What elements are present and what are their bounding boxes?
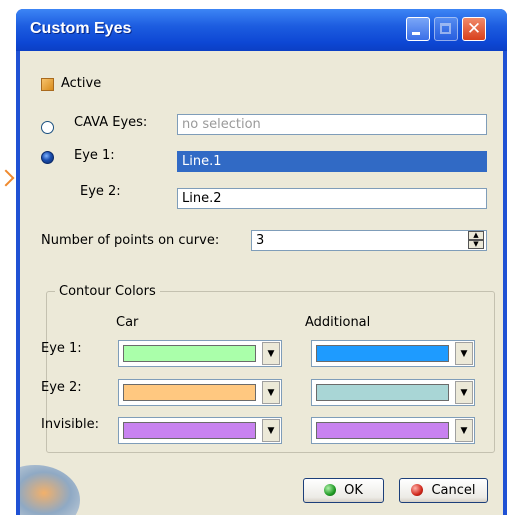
points-spinner[interactable]: ▲ ▼ [468,231,484,250]
pointer-arrow-icon [0,169,15,187]
column-car-label: Car [116,315,139,330]
eye1-additional-color-combo[interactable]: ▼ [311,340,475,367]
ok-label: OK [344,483,363,498]
color-swatch [316,384,449,401]
window-title: Custom Eyes [30,20,132,37]
chevron-down-icon[interactable]: ▼ [262,342,280,365]
eye1-radio[interactable] [41,151,54,164]
row-eye1-label: Eye 1: [41,341,82,356]
spin-down-icon[interactable]: ▼ [468,240,484,249]
active-label: Active [61,76,102,91]
eye1-label: Eye 1: [74,148,115,163]
chevron-down-icon[interactable]: ▼ [455,381,473,404]
color-swatch [316,422,449,439]
color-swatch [123,345,256,362]
cava-eyes-label: CAVA Eyes: [74,115,148,130]
active-checkbox[interactable] [41,78,54,91]
ok-button[interactable]: OK [303,478,384,503]
invisible-additional-color-combo[interactable]: ▼ [311,417,475,444]
close-icon: ✕ [466,19,482,39]
decorative-logo [20,465,80,515]
dialog-body: Active CAVA Eyes: no selection Eye 1: Li… [20,51,503,515]
points-label: Number of points on curve: [41,233,220,248]
invisible-car-color-combo[interactable]: ▼ [118,417,282,444]
eye2-label: Eye 2: [80,184,121,199]
chevron-down-icon[interactable]: ▼ [262,419,280,442]
chevron-down-icon[interactable]: ▼ [455,342,473,365]
green-dot-icon [324,484,337,496]
row-invisible-label: Invisible: [41,417,100,432]
cava-eyes-field[interactable]: no selection [177,114,487,135]
eye2-car-color-combo[interactable]: ▼ [118,379,282,406]
maximize-icon [440,23,451,34]
color-swatch [123,384,256,401]
cancel-label: Cancel [431,483,476,498]
red-dot-icon [411,484,424,496]
eye1-field[interactable]: Line.1 [177,151,487,172]
eye1-car-color-combo[interactable]: ▼ [118,340,282,367]
minimize-icon [412,32,420,35]
spin-up-icon[interactable]: ▲ [468,231,484,240]
close-button[interactable]: ✕ [462,17,486,41]
maximize-button [434,17,458,41]
eye2-additional-color-combo[interactable]: ▼ [311,379,475,406]
chevron-down-icon[interactable]: ▼ [455,419,473,442]
color-swatch [123,422,256,439]
contour-colors-title: Contour Colors [55,284,160,299]
cava-eyes-radio[interactable] [41,121,54,134]
minimize-button[interactable] [406,17,430,41]
column-additional-label: Additional [305,315,371,330]
eye2-field[interactable]: Line.2 [177,188,487,209]
cancel-button[interactable]: Cancel [399,478,488,503]
row-eye2-label: Eye 2: [41,380,82,395]
dialog-window: Custom Eyes ✕ Active CAVA Eyes: no selec… [16,9,507,515]
color-swatch [316,345,449,362]
title-bar[interactable]: Custom Eyes ✕ [16,9,507,51]
chevron-down-icon[interactable]: ▼ [262,381,280,404]
points-field[interactable]: 3 [251,230,487,251]
